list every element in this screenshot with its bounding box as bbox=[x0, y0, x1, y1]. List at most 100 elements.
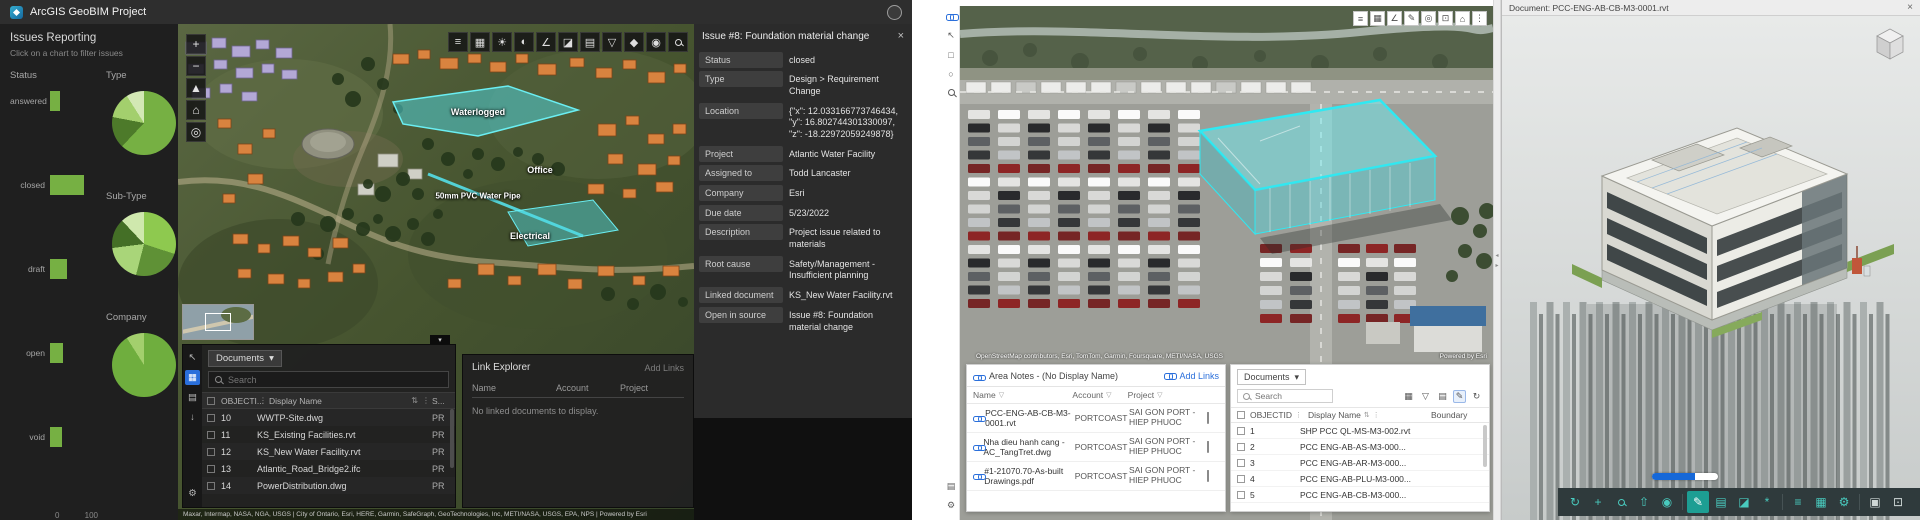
orbit-icon[interactable]: ↻ bbox=[1564, 491, 1586, 513]
zoom-icon[interactable] bbox=[1610, 491, 1632, 513]
splitter-left-icon[interactable]: ◂ bbox=[1495, 252, 1498, 259]
table-row[interactable]: 13 Atlantic_Road_Bridge2.ifc PR bbox=[202, 460, 455, 477]
rail-settings-icon[interactable]: ⚙ bbox=[185, 486, 200, 501]
properties-icon[interactable]: ▦ bbox=[1810, 491, 1832, 513]
status-bar-closed[interactable]: closed bbox=[10, 175, 98, 195]
delete-icon[interactable] bbox=[1207, 412, 1209, 424]
status-bar-void[interactable]: void bbox=[10, 427, 98, 447]
field-value[interactable]: KS_New Water Facility.rvt bbox=[786, 287, 907, 305]
scrollbar[interactable] bbox=[1483, 425, 1487, 467]
boundary-column-header[interactable]: Boundary bbox=[1431, 410, 1483, 420]
extent-tool-icon[interactable]: □ bbox=[945, 48, 958, 61]
status-bar-open[interactable]: open bbox=[10, 343, 98, 363]
row-checkbox[interactable] bbox=[207, 413, 215, 422]
documents-dropdown[interactable]: Documents ▾ bbox=[208, 350, 282, 367]
subtype-pie-chart[interactable] bbox=[112, 212, 176, 276]
target-icon[interactable]: ◉ bbox=[646, 32, 666, 52]
markup-icon[interactable]: ✎ bbox=[1687, 491, 1709, 513]
documents-search-input[interactable] bbox=[1255, 391, 1327, 401]
display-name-column-header[interactable]: Display Name bbox=[1308, 410, 1361, 420]
select-tool-icon[interactable]: ↖ bbox=[945, 29, 958, 42]
bar-open[interactable] bbox=[50, 343, 64, 363]
close-icon[interactable]: × bbox=[1907, 2, 1913, 13]
project-column-header[interactable]: Project bbox=[620, 383, 684, 393]
linked-document-row[interactable]: PCC-ENG-AB-CB-M3-0001.rvt PORTCOAST SAI … bbox=[967, 404, 1225, 433]
kebab-icon[interactable]: ⋮ bbox=[422, 396, 430, 405]
slice-icon[interactable]: ◪ bbox=[558, 32, 578, 52]
close-icon[interactable]: × bbox=[898, 31, 904, 42]
kebab-icon[interactable]: ⋮ bbox=[1295, 411, 1302, 419]
zoom-in-icon[interactable]: + bbox=[186, 34, 206, 54]
draw-icon[interactable]: ✎ bbox=[1404, 11, 1419, 26]
table-row[interactable]: 1 SHP PCC QL-MS-M3-002.rvt bbox=[1231, 423, 1489, 439]
columns-icon[interactable]: ▤ bbox=[1436, 390, 1449, 403]
layers-icon[interactable]: ≡ bbox=[1353, 11, 1368, 26]
row-checkbox[interactable] bbox=[1237, 490, 1245, 499]
compass-icon[interactable]: ▲ bbox=[186, 78, 206, 98]
walk-icon[interactable]: ⇧ bbox=[1633, 491, 1655, 513]
scrollbar[interactable] bbox=[450, 409, 454, 468]
settings-icon[interactable]: ⚙ bbox=[1833, 491, 1855, 513]
locate-icon[interactable]: ◎ bbox=[1421, 11, 1436, 26]
model-browser-icon[interactable]: ≡ bbox=[1787, 491, 1809, 513]
linked-document-row[interactable]: #1-21070.70-As-built Drawings.pdf PORTCO… bbox=[967, 462, 1225, 491]
objectid-column-header[interactable]: OBJECTID bbox=[1250, 410, 1292, 420]
filter-icon[interactable]: ▽ bbox=[1419, 390, 1432, 403]
table-view-icon[interactable]: ▦ bbox=[185, 370, 200, 385]
issues-pin-icon[interactable]: ◆ bbox=[624, 32, 644, 52]
objectid-column-header[interactable]: OBJECTI... bbox=[221, 396, 264, 406]
row-checkbox[interactable] bbox=[1237, 458, 1245, 467]
kebab-icon[interactable]: ⋮ bbox=[1373, 411, 1380, 419]
settings-tool-icon[interactable]: ⚙ bbox=[945, 499, 958, 512]
filter-icon[interactable]: ▽ bbox=[999, 391, 1004, 399]
link-tool-icon[interactable] bbox=[945, 10, 959, 23]
chart-view-icon[interactable]: ▤ bbox=[185, 390, 200, 405]
documents-search[interactable] bbox=[208, 371, 449, 388]
pointer-icon[interactable]: ↖ bbox=[185, 350, 200, 365]
search-icon[interactable] bbox=[668, 32, 688, 52]
more-icon[interactable]: ⋮ bbox=[1472, 11, 1487, 26]
delete-icon[interactable] bbox=[1207, 441, 1209, 453]
home-icon[interactable]: ⌂ bbox=[1455, 11, 1470, 26]
edit-icon[interactable]: ✎ bbox=[1453, 389, 1466, 403]
daylight-icon[interactable]: ☀ bbox=[492, 32, 512, 52]
company-pie-chart[interactable] bbox=[112, 333, 176, 397]
sort-icon[interactable]: ⇅ bbox=[411, 396, 418, 405]
overview-map[interactable] bbox=[182, 304, 254, 340]
camera-icon[interactable]: ◉ bbox=[1656, 491, 1678, 513]
display-name-column-header[interactable]: Display Name bbox=[269, 396, 409, 406]
user-avatar[interactable] bbox=[887, 4, 902, 20]
section-icon[interactable]: ◪ bbox=[1733, 491, 1755, 513]
select-all-checkbox[interactable] bbox=[1237, 411, 1245, 419]
status-bar-answered[interactable]: answered bbox=[10, 91, 98, 111]
search-tool-icon[interactable] bbox=[945, 86, 958, 99]
layers-icon[interactable]: ≡ bbox=[448, 32, 468, 52]
measure-icon[interactable]: ∠ bbox=[536, 32, 556, 52]
bar-void[interactable] bbox=[50, 427, 62, 447]
select-icon[interactable]: ▦ bbox=[1402, 390, 1415, 403]
filter-icon[interactable]: ▽ bbox=[1157, 391, 1162, 399]
row-checkbox[interactable] bbox=[1237, 442, 1245, 451]
filter-icon[interactable]: ▽ bbox=[602, 32, 622, 52]
table-row[interactable]: 3 PCC ENG-AB-AR-M3-000... bbox=[1231, 455, 1489, 471]
account-column-header[interactable]: Account bbox=[556, 383, 620, 393]
project-column-header[interactable]: Project bbox=[1128, 390, 1154, 400]
name-column-header[interactable]: Name bbox=[472, 383, 556, 393]
row-checkbox[interactable] bbox=[207, 481, 215, 490]
panel-collapse-toggle[interactable]: ▾ bbox=[430, 335, 450, 344]
locate-icon[interactable]: ◎ bbox=[186, 122, 206, 142]
basemap-icon[interactable]: ▦ bbox=[1370, 11, 1385, 26]
scene-view[interactable]: Waterlogged Office 50mm PVC Water Pipe E… bbox=[178, 24, 694, 520]
kebab-icon[interactable]: ⋮ bbox=[259, 396, 267, 405]
add-links-button[interactable]: Add Links bbox=[644, 363, 684, 373]
field-value[interactable]: Issue #8: Foundation material change bbox=[786, 307, 907, 336]
table-row[interactable]: 4 PCC ENG-AB-PLU-M3-000... bbox=[1231, 471, 1489, 487]
shadow-icon[interactable]: ◐ bbox=[514, 32, 534, 52]
row-checkbox[interactable] bbox=[1237, 426, 1245, 435]
add-links-button[interactable]: Add Links bbox=[1164, 371, 1219, 381]
table-row[interactable]: 5 PCC ENG-AB-CB-M3-000... bbox=[1231, 487, 1489, 503]
basemap-icon[interactable]: ▦ bbox=[470, 32, 490, 52]
refresh-icon[interactable]: ↻ bbox=[1470, 390, 1483, 403]
account-column-header[interactable]: Account bbox=[1072, 390, 1103, 400]
table-row[interactable]: 12 KS_New Water Facility.rvt PR bbox=[202, 443, 455, 460]
